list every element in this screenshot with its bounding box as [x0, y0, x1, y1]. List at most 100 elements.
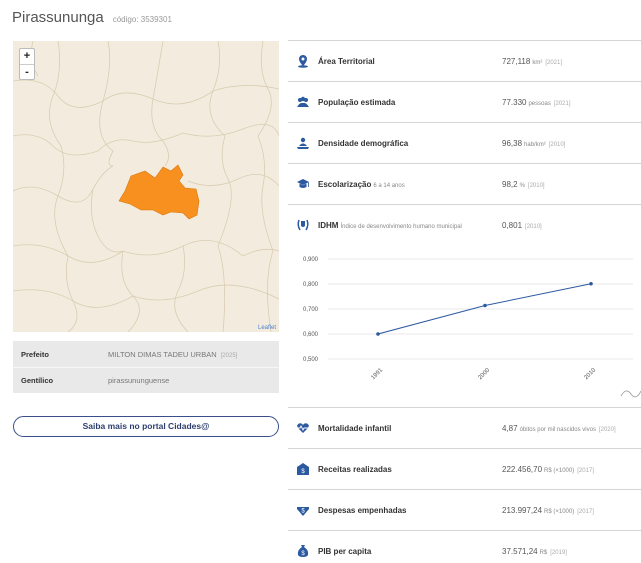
- indicator-year: [2021]: [553, 100, 571, 107]
- indicator-label: Área Territorial: [318, 57, 502, 66]
- indicator-label-text: PIB per capita: [318, 546, 372, 556]
- indicator-label: IDHM Índice de desenvolvimento humano mun…: [318, 221, 502, 230]
- municipality-highlight: [118, 164, 200, 220]
- indicator-label: Densidade demográfica: [318, 139, 502, 148]
- people-icon: [288, 95, 318, 109]
- indicator-year: [2017]: [577, 508, 594, 515]
- chart-xtick-label: 2000: [477, 367, 491, 381]
- money-bag-icon: $: [288, 544, 318, 558]
- chart-ytick-label: 0,900: [303, 257, 319, 263]
- expense-icon: $: [288, 503, 318, 517]
- zoom-in-button[interactable]: +: [20, 49, 34, 64]
- city-name: Pirassununga: [12, 9, 104, 26]
- indicator-year: [2010]: [527, 182, 545, 189]
- idhm-chart: 0,900 0,800 0,700 0,600 0,500 1991 2000 2010: [288, 244, 641, 404]
- indicator-label-text: Receitas realizadas: [318, 464, 392, 474]
- indicator-row: $ Receitas realizadas 222.456,70 R$ (×1000)…: [288, 448, 641, 489]
- indicator-unit: pessoas: [528, 100, 551, 107]
- chart-data-point: [483, 303, 487, 308]
- indicator-value-number: 727,118: [502, 56, 531, 66]
- leaflet-attribution-link[interactable]: Leaflet: [258, 325, 276, 331]
- indicator-unit: %: [519, 182, 525, 189]
- indicator-value-number: 96,38: [502, 138, 523, 148]
- indicator-sublabel: Índice de desenvolvimento humano municip…: [340, 223, 462, 230]
- chart-ytick-label: 0,700: [303, 307, 319, 313]
- mayor-row: Prefeito MILTON DIMAS TADEU URBAN [2025]: [13, 341, 279, 367]
- indicator-label: População estimada: [318, 98, 502, 107]
- indicator-label-text: Mortalidade infantil: [318, 423, 392, 433]
- city-code: código: 3539301: [112, 15, 172, 24]
- indicator-label: Receitas realizadas: [318, 465, 502, 474]
- indicator-unit: km²: [532, 59, 543, 66]
- indicator-unit: R$: [539, 549, 548, 556]
- indicator-label-text: População estimada: [318, 97, 396, 107]
- indicator-row: Área Territorial 727,118 km² [2021]: [288, 40, 641, 81]
- chart-xtick-label: 1991: [370, 367, 384, 381]
- indicator-value: 727,118 km² [2021]: [502, 57, 562, 66]
- indicator-row: $ PIB per capita 37.571,24 R$ [2019]: [288, 530, 641, 563]
- indicator-label-text: Escolarização: [318, 179, 372, 189]
- mayor-year: [2025]: [220, 352, 238, 359]
- indicator-unit: R$ (×1000): [544, 467, 575, 474]
- gentilic-row: Gentílico pirassununguense: [13, 367, 279, 393]
- indicator-value-number: 0,801: [502, 220, 523, 230]
- gentilic-label: Gentílico: [21, 376, 54, 385]
- indicator-value-number: 213.997,24: [502, 505, 543, 515]
- chart-toggle-icon: [620, 390, 641, 398]
- mayor-value: MILTON DIMAS TADEU URBAN: [108, 349, 217, 359]
- density-icon: [288, 136, 318, 150]
- indicator-label-text: Densidade demográfica: [318, 138, 409, 148]
- indicator-value: 0,801 [2010]: [502, 221, 542, 230]
- indicator-sublabel: 6 a 14 anos: [373, 182, 405, 189]
- mayor-value-wrap: MILTON DIMAS TADEU URBAN [2025]: [108, 350, 237, 359]
- indicator-label-text: Despesas empenhadas: [318, 505, 407, 515]
- indicator-unit: R$ (×1000): [544, 508, 575, 515]
- indicator-value-number: 98,2: [502, 179, 518, 189]
- indicators-list-2: Mortalidade infantil 4,87 óbitos por mil n…: [288, 407, 641, 563]
- chart-ytick-label: 0,800: [303, 282, 319, 288]
- indicator-value-number: 37.571,24: [502, 546, 538, 556]
- indicator-label: PIB per capita: [318, 547, 502, 556]
- indicator-value: 77.330 pessoas [2021]: [502, 98, 571, 107]
- mayor-label: Prefeito: [21, 349, 49, 359]
- indicator-value: 222.456,70 R$ (×1000) [2017]: [502, 465, 594, 474]
- municipality-map[interactable]: + - Leaflet: [13, 41, 279, 332]
- indicator-row: População estimada 77.330 pessoas [2021]: [288, 81, 641, 122]
- indicator-row: IDHM Índice de desenvolvimento humano mun…: [288, 204, 641, 245]
- indicator-value: 98,2% [2010]: [502, 180, 545, 189]
- indicator-label: Despesas empenhadas: [318, 506, 502, 515]
- indicator-year: [2017]: [577, 467, 594, 474]
- indicator-row: Densidade demográfica 96,38 hab/km² [2010]: [288, 122, 641, 163]
- idhm-chart-svg: 0,900 0,800 0,700 0,600 0,500 1991 2000 2010: [303, 257, 641, 398]
- indicator-value: 4,87 óbitos por mil nascidos vivos [2020]: [502, 424, 616, 433]
- indicator-row: Escolarização 6 a 14 anos 98,2% [2010]: [288, 163, 641, 204]
- indicator-row: Mortalidade infantil 4,87 óbitos por mil n…: [288, 407, 641, 448]
- indicator-year: [2020]: [598, 426, 616, 433]
- chart-data-point: [589, 281, 593, 286]
- laurel-icon: [288, 218, 318, 232]
- map-pin-icon: [288, 54, 318, 68]
- heartbeat-icon: [288, 421, 318, 435]
- indicator-value: 37.571,24 R$ [2019]: [502, 547, 567, 556]
- indicator-label: Escolarização 6 a 14 anos: [318, 180, 502, 189]
- page-header: Pirassununga código: 3539301: [12, 9, 172, 26]
- indicator-row: $ Despesas empenhadas 213.997,24 R$ (×1000)…: [288, 489, 641, 530]
- indicator-label-text: IDHM: [318, 220, 339, 230]
- indicator-value-number: 77.330: [502, 97, 527, 107]
- zoom-out-button[interactable]: -: [20, 64, 34, 79]
- indicator-label: Mortalidade infantil: [318, 424, 502, 433]
- gentilic-value-wrap: pirassununguense: [108, 376, 169, 385]
- indicator-year: [2019]: [550, 549, 567, 556]
- cidades-portal-button[interactable]: Saiba mais no portal Cidades@: [13, 416, 279, 437]
- indicator-value-number: 222.456,70: [502, 464, 543, 474]
- indicator-value: 213.997,24 R$ (×1000) [2017]: [502, 506, 594, 515]
- indicator-unit: hab/km²: [524, 141, 546, 148]
- map-canvas[interactable]: [13, 41, 279, 332]
- chart-data-point: [376, 332, 380, 336]
- info-table: Prefeito MILTON DIMAS TADEU URBAN [2025]…: [13, 341, 279, 393]
- zoom-control: + -: [19, 48, 35, 80]
- indicator-value-number: 4,87: [502, 423, 518, 433]
- indicator-label-text: Área Territorial: [318, 56, 375, 66]
- graduation-cap-icon: [288, 177, 318, 191]
- chart-ytick-label: 0,500: [303, 357, 319, 363]
